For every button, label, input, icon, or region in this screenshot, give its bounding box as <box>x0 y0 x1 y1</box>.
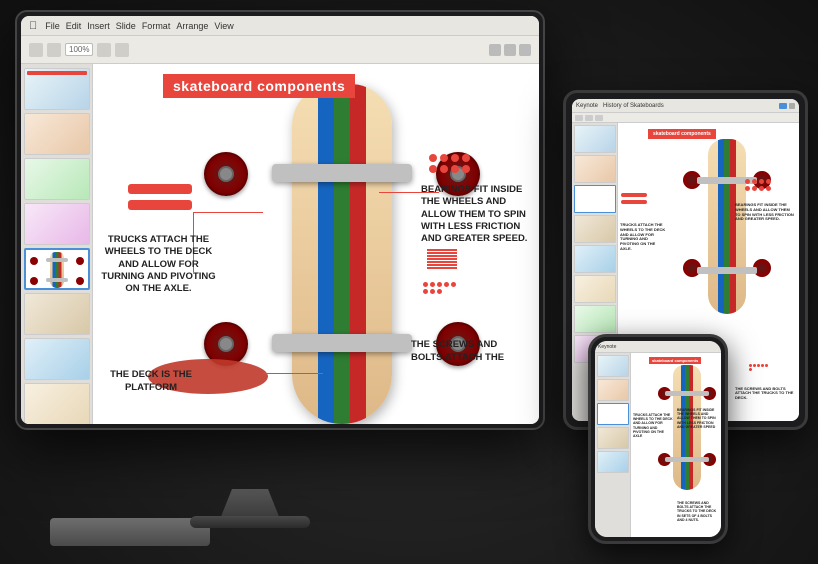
screws-dots <box>423 282 459 294</box>
ipad-screws-annotation: THE SCREWS AND BOLTS ATTACH THE TRUCKS T… <box>735 387 795 401</box>
ipad-btn-1[interactable] <box>575 115 583 121</box>
menu-edit[interactable]: Edit <box>66 21 82 31</box>
trucks-annotation: TRUCKS ATTACH THE WHEELS TO THE DECK AND… <box>101 234 216 296</box>
menu-insert[interactable]: Insert <box>87 21 110 31</box>
iphone-screws-annotation: THE SCREWS AND BOLTS ATTACH THE TRUCKS T… <box>677 501 719 522</box>
monitor-base <box>190 516 310 528</box>
toolbar-right-icons <box>489 44 531 56</box>
menubar:  File Edit Insert Slide Format Arrange … <box>21 16 539 36</box>
menu-arrange[interactable]: Arrange <box>176 21 208 31</box>
toolbar-btn-2[interactable] <box>47 43 61 57</box>
slide-thumb-3[interactable] <box>24 158 90 200</box>
iphone-menubar: Keynote <box>595 341 721 353</box>
iphone-slide-thumb-3[interactable] <box>597 403 629 425</box>
ipad-bearings-annotation: BEARINGS FIT INSIDE THE WHEELS AND ALLOW… <box>735 203 795 222</box>
ipad-deck <box>708 139 746 314</box>
slide-panel <box>21 64 93 424</box>
ipad-slide-thumb-6[interactable] <box>574 275 616 303</box>
slide-thumb-2[interactable] <box>24 113 90 155</box>
slide-thumb-4[interactable] <box>24 203 90 245</box>
deck-annotation: THE DECK IS THE PLATFORM <box>101 369 201 394</box>
truck-icon-area <box>128 184 192 210</box>
ipad-truck-icon <box>621 193 647 204</box>
iphone-slide-thumb-2[interactable] <box>597 379 629 401</box>
menu-file[interactable]: File <box>45 21 60 31</box>
iphone-slide-thumb-4[interactable] <box>597 427 629 449</box>
ipad-btn-3[interactable] <box>595 115 603 121</box>
slide-thumb-5[interactable] <box>24 248 90 290</box>
ipad-screws-dots <box>749 364 769 371</box>
format-icon[interactable] <box>489 44 501 56</box>
document-icon[interactable] <box>519 44 531 56</box>
animate-icon[interactable] <box>504 44 516 56</box>
ipad-app-name: Keynote History of Skateboards <box>576 103 664 109</box>
slide-title: skateboard components <box>163 74 355 98</box>
stripe-green <box>334 84 350 424</box>
iphone-main-slide: skateboard components TRUCK <box>631 353 721 537</box>
toolbar-btn-3[interactable] <box>97 43 111 57</box>
ipad-skateboard <box>682 139 772 339</box>
iphone-slide-thumb-5[interactable] <box>597 451 629 473</box>
screws-annotation: THE SCREWS AND BOLTS ATTACH THE <box>411 339 531 364</box>
deck-annotation-line <box>263 373 323 374</box>
iphone-trucks-annotation: TRUCKS ATTACH THE WHEELS TO THE DECK AND… <box>633 413 673 438</box>
mac-mini <box>50 518 210 546</box>
toolbar: 100% <box>21 36 539 64</box>
toolbar-btn-4[interactable] <box>115 43 129 57</box>
bearings-dots <box>429 154 479 173</box>
iphone-slide-thumb-1[interactable] <box>597 355 629 377</box>
ipad-slide-thumb-7[interactable] <box>574 305 616 333</box>
ipad-toolbar <box>572 113 799 123</box>
ipad-slide-thumb-1[interactable] <box>574 125 616 153</box>
menubar-items: File Edit Insert Slide Format Arrange Vi… <box>45 21 233 31</box>
ipad-slide-thumb-3[interactable] <box>574 185 616 213</box>
monitor:  File Edit Insert Slide Format Arrange … <box>15 10 545 430</box>
truck-top <box>272 164 412 182</box>
iphone-content: skateboard components TRUCK <box>595 353 721 537</box>
ipad-toolbar-icon1[interactable] <box>789 103 795 109</box>
zoom-level[interactable]: 100% <box>65 43 93 56</box>
iphone: Keynote skateboard components <box>588 334 728 544</box>
slide-thumb-7[interactable] <box>24 338 90 380</box>
iphone-screen: Keynote skateboard components <box>595 341 721 537</box>
ipad-truck-bottom <box>697 267 757 274</box>
slide-thumb-6[interactable] <box>24 293 90 335</box>
screws-icon <box>427 249 457 269</box>
ipad-btn-2[interactable] <box>585 115 593 121</box>
trucks-annotation-line <box>193 212 263 213</box>
toolbar-btn-1[interactable] <box>29 43 43 57</box>
ipad-stripe-red <box>730 139 736 314</box>
slide-thumb-8[interactable] <box>24 383 90 424</box>
slide-thumb-1[interactable] <box>24 68 90 110</box>
ipad-trucks-annotation: TRUCKS ATTACH THE WHEELS TO THE DECK AND… <box>620 223 668 252</box>
ipad-slide-thumb-2[interactable] <box>574 155 616 183</box>
iphone-bearings-annotation: BEARINGS FIT INSIDE THE WHEELS AND ALLOW… <box>677 408 719 429</box>
ipad-slide-thumb-5[interactable] <box>574 245 616 273</box>
wheel-top-left <box>204 152 248 196</box>
monitor-screen:  File Edit Insert Slide Format Arrange … <box>21 16 539 424</box>
iphone-slide-panel <box>595 353 631 537</box>
iphone-truck-bottom <box>665 457 709 462</box>
main-slide-canvas: skateboard components <box>93 64 539 424</box>
iphone-truck-top <box>665 391 709 396</box>
menu-format[interactable]: Format <box>142 21 171 31</box>
menu-slide[interactable]: Slide <box>116 21 136 31</box>
iphone-slide-title: skateboard components <box>649 357 701 364</box>
ipad-bearings-dots <box>745 179 771 191</box>
ipad-toolbar-play[interactable] <box>779 103 787 109</box>
ipad-slide-thumb-4[interactable] <box>574 215 616 243</box>
menu-view[interactable]: View <box>214 21 233 31</box>
stripe-red <box>350 84 366 424</box>
apple-menu[interactable]:  <box>29 20 37 32</box>
ipad-slide-title: skateboard components <box>648 129 716 139</box>
iphone-status: Keynote <box>598 344 616 350</box>
bearings-annotation: BEARINGS FIT INSIDE THE WHEELS AND ALLOW… <box>421 184 531 246</box>
content-area: skateboard components <box>21 64 539 424</box>
ipad-menubar: Keynote History of Skateboards <box>572 99 799 113</box>
truck-bottom <box>272 334 412 352</box>
